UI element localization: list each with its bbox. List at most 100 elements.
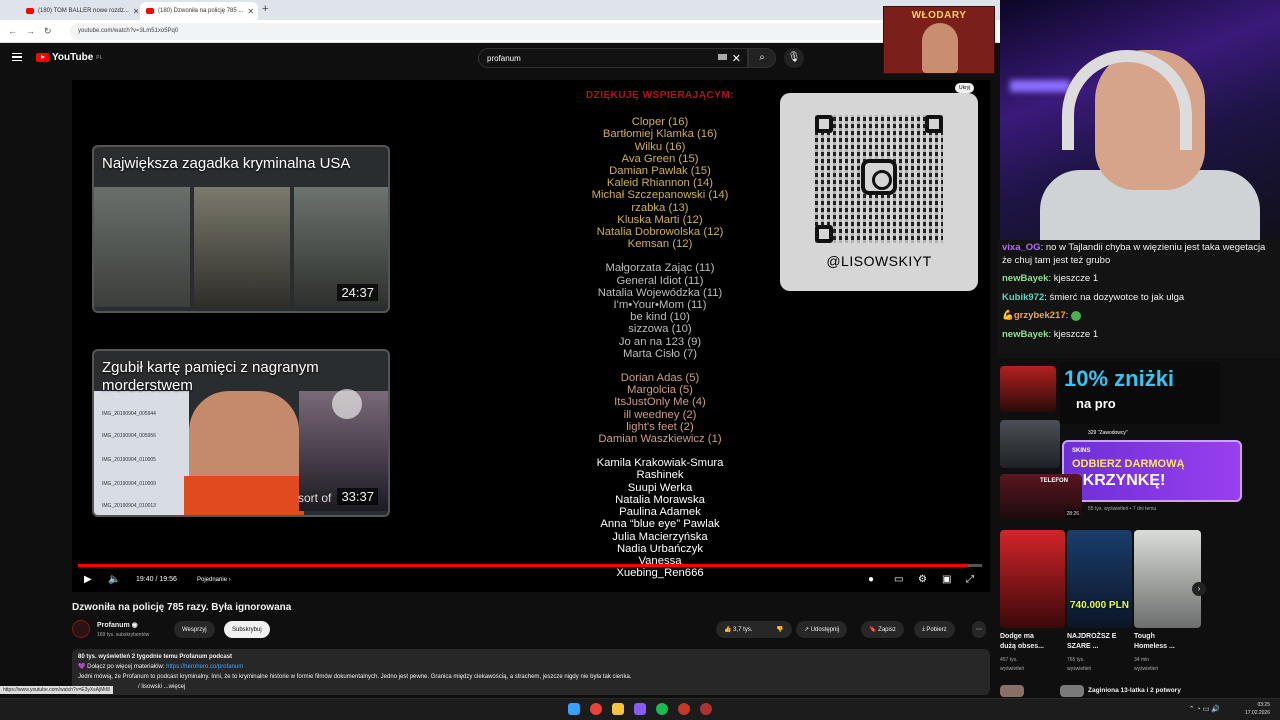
status-url: https://www.youtube.com/watch?v=E3yXsAjM… <box>0 686 113 694</box>
reload-icon[interactable]: ↻ <box>44 26 52 37</box>
rec-title[interactable]: Zaginiona 13-latka i 2 potwory <box>1088 686 1181 696</box>
supporter-name: Rashinek <box>636 469 684 482</box>
player-controls: ▶ 🔈 19:40 / 19:56 Pojednanie › ● ▭ ⚙ ▣ ⤢ <box>72 570 990 592</box>
explorer-icon[interactable] <box>612 703 624 715</box>
credits-gold: Cloper (16) Bartłomiej Klamka (16) Wilku (… <box>560 116 760 250</box>
supporter-name: Anna “blue eye” Pawlak <box>600 518 720 531</box>
video-views: 55 tys. wyświetleń • 7 dni temu <box>1088 506 1157 512</box>
short-title[interactable]: Dodge ma dużą obses... <box>1000 632 1050 652</box>
endscreen-video-card[interactable]: Największa zagadka kryminalna USA 24:37 <box>92 145 390 313</box>
short-views: 34 mln <box>1134 657 1150 663</box>
supporter-name: ItsJustOnly Me (4) <box>614 396 706 409</box>
banner-text: WŁODARY <box>911 10 967 21</box>
desc-more[interactable]: / lisowski ...więcej <box>78 682 984 692</box>
search-input[interactable]: profanum ✕ <box>478 48 748 68</box>
youtube-logo[interactable]: YouTube PL <box>36 52 102 63</box>
more-icon[interactable]: ⋯ <box>972 621 986 638</box>
short-views-label: wyświetleń <box>1067 666 1092 672</box>
support-button[interactable]: Wesprzyj <box>174 621 215 638</box>
rec-short-thumb[interactable] <box>1134 530 1201 628</box>
rec-thumb[interactable] <box>1000 366 1056 412</box>
rec-short-thumb[interactable] <box>1000 530 1065 628</box>
channel-name[interactable]: Profanum ◉ <box>97 621 138 629</box>
next-arrow-icon[interactable]: › <box>1192 582 1206 596</box>
browser-tab[interactable]: (180) TOM BALLER nowe rozdz... ✕ <box>20 2 138 20</box>
play-icon[interactable]: ▶ <box>84 574 92 585</box>
browser-tab-active[interactable]: (180) Dzwoniła na policję 785 ... ✕ <box>140 2 258 20</box>
short-title[interactable]: NAJDROŻSZ E SZARE ... <box>1067 632 1119 652</box>
supporters-credits: DZIĘKUJĘ WSPIERAJĄCYM: Cloper (16) Bartło… <box>560 90 760 579</box>
fullscreen-icon[interactable]: ⤢ <box>966 574 974 585</box>
supporter-name: Kluska Marti (12) <box>617 213 703 226</box>
menu-icon[interactable] <box>12 53 22 61</box>
rec-short-thumb[interactable] <box>1067 530 1132 628</box>
chrome-icon[interactable] <box>590 703 602 715</box>
tab-label: (180) Dzwoniła na policję 785 ... <box>158 8 244 14</box>
credits-heading: DZIĘKUJĘ WSPIERAJĄCYM: <box>585 90 735 101</box>
close-tab-icon[interactable]: ✕ <box>247 7 254 16</box>
discord-icon[interactable] <box>634 703 646 715</box>
start-icon[interactable] <box>568 703 580 715</box>
endscreen-video-card[interactable]: IMG_20190904_005944 IMG_20190904_005956 … <box>92 349 390 517</box>
subscribe-button[interactable]: Subskrybuj <box>224 621 270 638</box>
chat-text: śmierć na dozywotce to jak ulga <box>1049 291 1185 303</box>
short-title[interactable]: Tough Homeless ... <box>1134 632 1186 652</box>
chat-text: no w Tajlandii chyba w więzieniu jest ta… <box>1002 242 1266 266</box>
desc-link[interactable]: https://herohero.co/profanum <box>166 664 243 670</box>
supporter-name: Kemsan (12) <box>627 238 693 251</box>
clock-date: 17.02.2026 <box>1244 710 1270 716</box>
promo-subline: na pro <box>1076 396 1116 411</box>
browser-icon[interactable] <box>678 703 690 715</box>
share-label: Udostępnij <box>810 626 840 633</box>
channel-avatar[interactable] <box>72 620 90 638</box>
save-label: Zapisz <box>878 626 896 633</box>
spotify-icon[interactable] <box>656 703 668 715</box>
voice-search-icon[interactable]: 🎙 <box>784 48 804 68</box>
keyboard-icon[interactable] <box>718 54 727 60</box>
progress-bar[interactable] <box>78 564 982 567</box>
share-icon: ↗ <box>804 627 810 633</box>
skins-brand: SKINS <box>1072 448 1091 454</box>
file-row: IMG_20190904_010009 <box>102 481 156 487</box>
share-button[interactable]: ↗ Udostępnij <box>796 621 848 638</box>
clock[interactable]: 03:25 17.02.2026 <box>1245 701 1270 717</box>
supporter-name: Kaleid Rhiannon (14) <box>606 177 714 190</box>
url-field[interactable]: youtube.com/watch?v=3Lm51xo5Pq0 <box>70 23 970 40</box>
youtube-play-icon <box>36 53 49 62</box>
clock-time: 03:25 <box>1257 702 1270 708</box>
rec-thumb[interactable] <box>1000 420 1060 468</box>
search-value: profanum <box>487 54 521 63</box>
system-tray-icons[interactable]: ⌃ ◔ ▭ 🔊 <box>1189 705 1220 713</box>
short-views: 457 tys. <box>1000 657 1018 663</box>
chapter-button[interactable]: Pojednanie › <box>197 577 231 583</box>
hide-button[interactable]: Ukryj <box>955 83 975 93</box>
forward-icon[interactable]: → <box>26 26 35 36</box>
download-button[interactable]: ⤓ Pobierz <box>914 621 955 638</box>
volume-icon[interactable]: 🔈 <box>108 574 120 585</box>
app-icon[interactable] <box>700 703 712 715</box>
miniplayer-icon[interactable]: ▣ <box>942 574 951 585</box>
channel-name-text: Profanum <box>97 622 130 629</box>
chat-message: Kubik972: śmierć na dozywotce to jak ulg… <box>1002 291 1185 303</box>
search-button[interactable]: ⌕ <box>748 48 776 68</box>
settings-icon[interactable]: ⚙ <box>918 574 927 585</box>
autoplay-toggle[interactable]: ● <box>868 574 874 585</box>
back-icon[interactable]: ← <box>8 26 17 36</box>
subtitles-icon[interactable]: ▭ <box>894 574 903 585</box>
rec-thumb[interactable]: TELEFON 28:26 <box>1000 474 1082 520</box>
credits-white: Kamila Krakowiak-Smura Rashinek Suupi Werk… <box>560 457 760 579</box>
supporter-name: light's feet (2) <box>626 420 694 433</box>
save-button[interactable]: 🔖 Zapisz <box>861 621 904 638</box>
video-description[interactable]: 80 tys. wyświetleń 2 tygodnie temu Profa… <box>72 649 990 695</box>
rec-thumb[interactable] <box>1060 685 1084 697</box>
new-tab-icon[interactable]: + <box>262 3 268 15</box>
like-count: 3,7 tys. <box>733 626 753 633</box>
rec-thumb[interactable] <box>1000 685 1024 697</box>
windows-taskbar: ⌃ ◔ ▭ 🔊 03:25 17.02.2026 <box>0 698 1280 720</box>
dislike-icon[interactable]: 👎 <box>768 621 791 638</box>
supporter-name: General Idiot (11) <box>616 274 704 287</box>
supporter-name: Natalia Morawska <box>615 493 705 506</box>
short-views-label: wyświetleń <box>1134 666 1159 672</box>
clear-search-icon[interactable]: ✕ <box>732 52 741 65</box>
close-tab-icon[interactable]: ✕ <box>133 7 138 16</box>
